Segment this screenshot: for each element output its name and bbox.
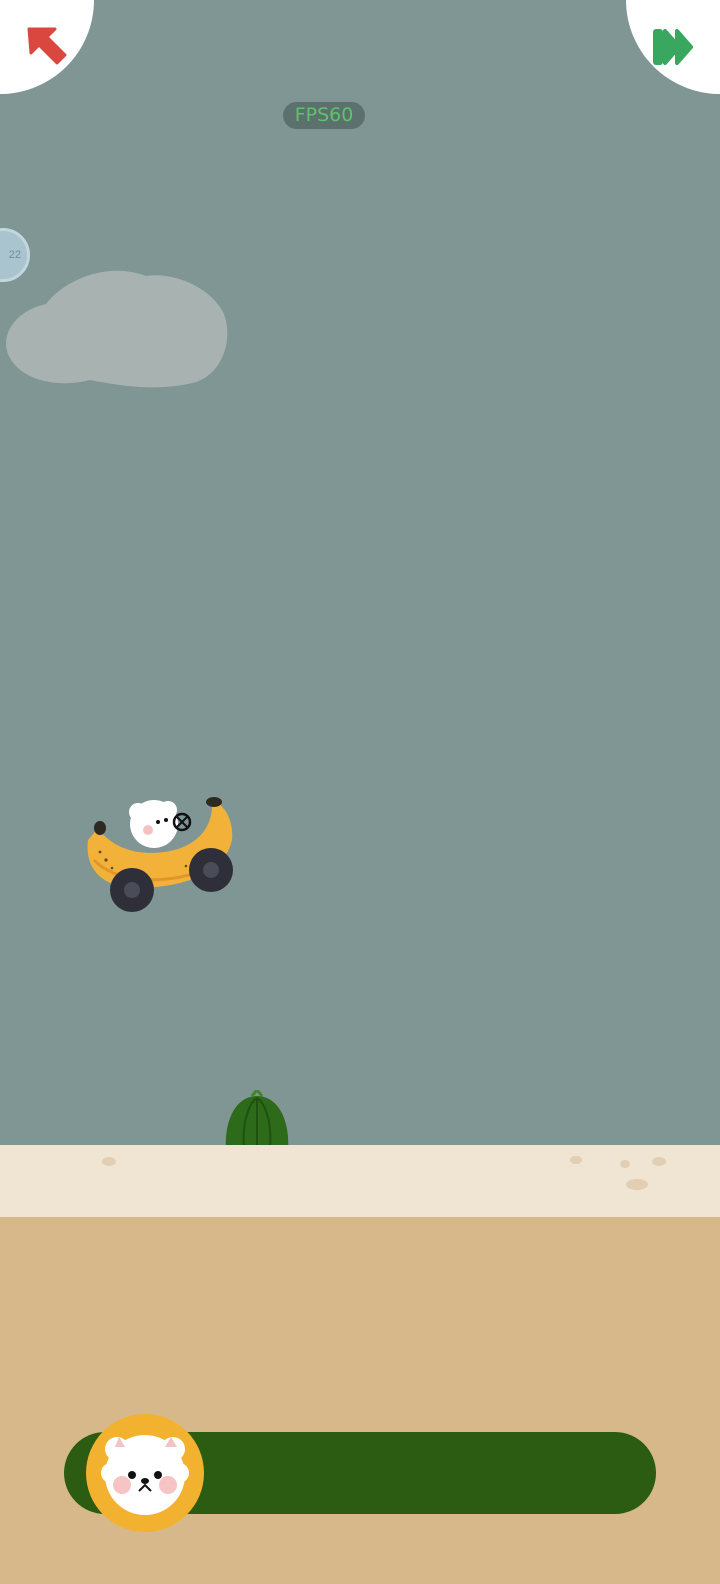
dog-face-icon [101,1435,189,1515]
player-avatar[interactable] [86,1414,204,1532]
pebble [102,1157,116,1166]
cloud [6,270,228,388]
fps-counter: FPS60 [283,102,365,129]
sand-top-layer [0,1145,720,1217]
side-badge-label: 22 [8,249,21,261]
game-stage: FPS60 22 [0,0,720,1584]
dog-driver [129,800,192,848]
arrow-up-left-icon [27,27,67,65]
sand-bottom-layer [0,1217,720,1584]
fast-forward-icon [653,29,693,65]
fast-forward-button[interactable] [626,0,720,94]
pebble [652,1157,666,1166]
cactus-obstacle [225,1090,289,1150]
pebble [570,1156,582,1164]
pebble [626,1179,648,1190]
back-button[interactable] [0,0,94,94]
player-banana-car [87,797,233,912]
pebble [620,1160,630,1168]
